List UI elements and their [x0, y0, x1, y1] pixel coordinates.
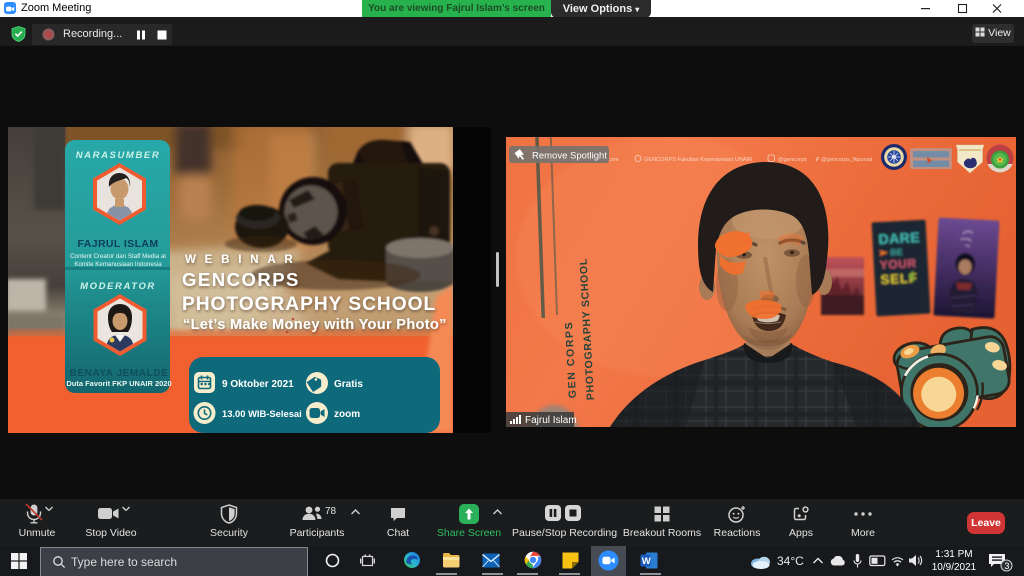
svg-text:𝑭 @gencorps_fkpunair: 𝑭 @gencorps_fkpunair — [816, 156, 873, 163]
svg-text:PHOTOGRAPHY SCHOOL: PHOTOGRAPHY SCHOOL — [182, 294, 436, 315]
svg-text:3: 3 — [1004, 561, 1009, 571]
svg-text:“Let’s Make Money with Your Ph: “Let’s Make Money with Your Photo” — [183, 317, 447, 333]
svg-text:BE: BE — [890, 247, 903, 258]
svg-text:@gencorps: @gencorps — [778, 157, 807, 163]
svg-text:Duta Favorit FKP UNAIR 2020: Duta Favorit FKP UNAIR 2020 — [66, 379, 171, 388]
svg-text:GENCORPS: GENCORPS — [182, 269, 300, 290]
svg-text:WEBINAR: WEBINAR — [185, 254, 302, 266]
svg-text:DARE: DARE — [878, 229, 920, 247]
svg-text:Fajrul Islam: Fajrul Islam — [525, 415, 577, 426]
svg-text:MODERATOR: MODERATOR — [80, 281, 156, 292]
svg-text:Remove Spotlight: Remove Spotlight — [532, 151, 607, 162]
svg-text:GENCORPS Fakultas Keperawatan: GENCORPS Fakultas Keperawatan UNAIR — [644, 157, 752, 163]
svg-text:78: 78 — [325, 506, 337, 517]
svg-text:9 Oktober 2021: 9 Oktober 2021 — [222, 379, 294, 390]
svg-text:W: W — [642, 556, 651, 567]
svg-text:Gratis: Gratis — [334, 379, 363, 390]
svg-text:Komite Kemanusiaan Indonesia: Komite Kemanusiaan Indonesia — [74, 261, 162, 268]
svg-text:NARASUMBER: NARASUMBER — [76, 150, 161, 161]
svg-text:Content Creator dan Staff Medi: Content Creator dan Staff Media at — [70, 253, 166, 260]
svg-text:13.00 WIB-Selesai: 13.00 WIB-Selesai — [222, 408, 302, 419]
svg-text:FAJRUL ISLAM: FAJRUL ISLAM — [77, 238, 158, 250]
svg-text:zoom: zoom — [334, 409, 360, 420]
svg-text:BENAYA JEMALDE: BENAYA JEMALDE — [70, 368, 169, 379]
